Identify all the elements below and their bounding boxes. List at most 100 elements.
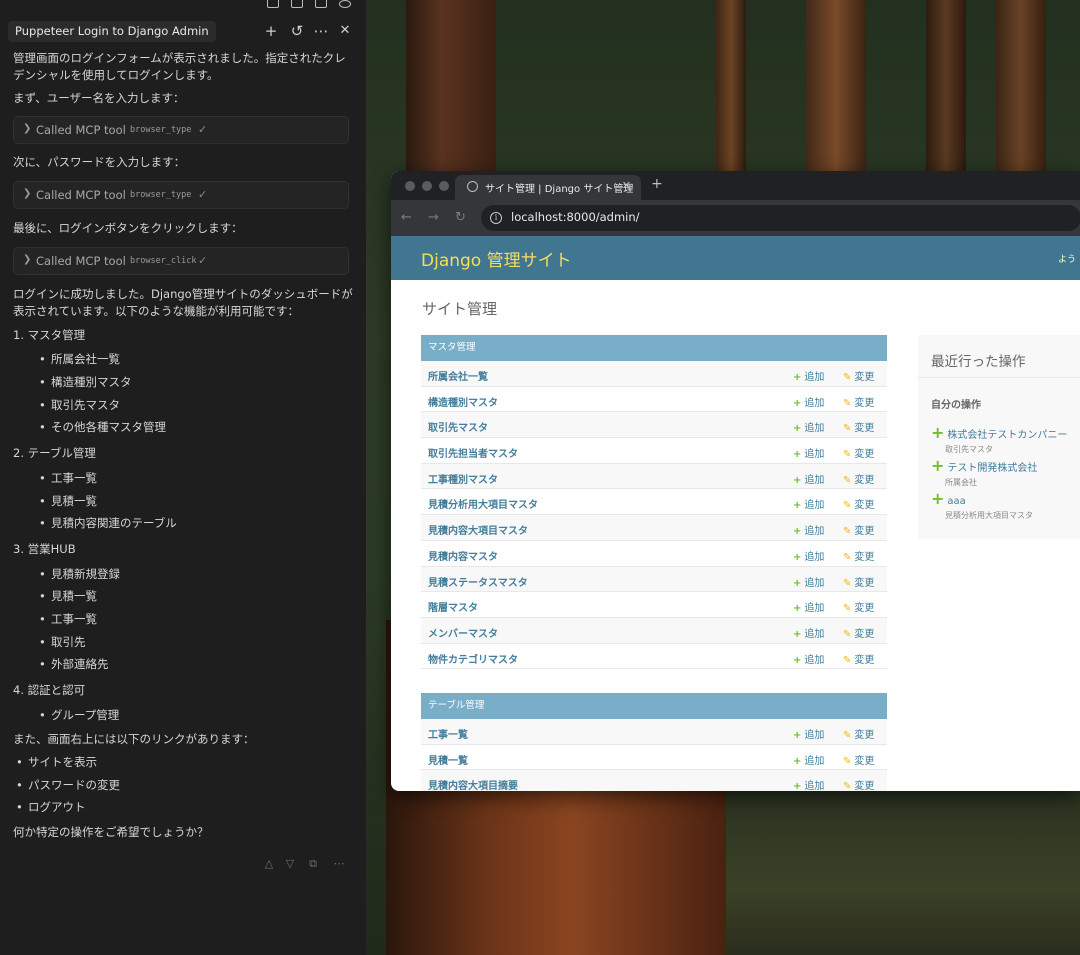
tool-call-name: browser_type (130, 125, 192, 135)
add-link[interactable]: + 追加 (793, 777, 824, 791)
close-icon[interactable]: ✕ (622, 179, 631, 192)
pencil-icon: ✎ (843, 577, 852, 589)
model-link[interactable]: 見積内容大項目マスタ (428, 522, 528, 537)
model-link[interactable]: 取引先マスタ (428, 419, 488, 434)
tool-call-block[interactable]: ❯ Called MCP tool browser_type ✓ (13, 181, 349, 209)
change-label: 変更 (854, 449, 875, 461)
change-link[interactable]: ✎ 変更 (843, 419, 874, 434)
model-link[interactable]: 工事一覧 (428, 726, 468, 741)
layout-bottom-icon[interactable] (291, 0, 303, 8)
add-link[interactable]: + 追加 (793, 394, 824, 409)
add-link[interactable]: + 追加 (793, 599, 824, 614)
site-brand[interactable]: Django 管理サイト (421, 246, 572, 271)
add-link[interactable]: + 追加 (793, 471, 824, 486)
chat-topbar: Puppeteer Login to Django Admin + ↺ ⋯ ✕ (0, 0, 366, 44)
change-link[interactable]: ✎ 変更 (843, 548, 874, 563)
thumbs-up-icon[interactable]: △ (262, 857, 276, 871)
model-link[interactable]: 見積内容大項目摘要 (428, 777, 518, 791)
recent-entry[interactable]: + テスト開発株式会社 所属会社 (931, 456, 1037, 488)
tool-call-block[interactable]: ❯ Called MCP tool browser_type ✓ (13, 116, 349, 144)
add-link[interactable]: + 追加 (793, 496, 824, 511)
change-label: 変更 (854, 372, 875, 383)
recent-entry-name[interactable]: 株式会社テストカンパニー (947, 430, 1067, 441)
new-tab-button[interactable]: + (651, 176, 663, 192)
add-link[interactable]: + 追加 (793, 445, 824, 460)
model-link[interactable]: 階層マスタ (428, 599, 478, 614)
tool-call-block[interactable]: ❯ Called MCP tool browser_click ✓ (13, 247, 349, 275)
add-icon: + (793, 474, 802, 486)
pencil-icon: ✎ (843, 781, 852, 791)
model-link[interactable]: 見積ステータスマスタ (428, 574, 528, 589)
change-link[interactable]: ✎ 変更 (843, 599, 874, 614)
model-link[interactable]: 見積分析用大項目マスタ (428, 496, 538, 511)
recent-entry[interactable]: + 株式会社テストカンパニー 取引先マスタ (931, 423, 1067, 455)
add-label: 追加 (804, 603, 825, 615)
model-link[interactable]: 物件カテゴリマスタ (428, 651, 518, 666)
add-link[interactable]: + 追加 (793, 368, 824, 383)
model-link[interactable]: 取引先担当者マスタ (428, 445, 518, 460)
change-link[interactable]: ✎ 変更 (843, 726, 874, 741)
copy-icon[interactable]: ⧉ (306, 857, 320, 871)
change-link[interactable]: ✎ 変更 (843, 368, 874, 383)
change-label: 変更 (854, 577, 875, 589)
layout-right-icon[interactable] (315, 0, 327, 8)
change-label: 変更 (854, 526, 875, 538)
recent-entry-type: 取引先マスタ (945, 445, 993, 454)
add-link[interactable]: + 追加 (793, 548, 824, 563)
app-module-table: テーブル管理 工事一覧 + 追加 ✎ 変更 見積一覧 + 追加 ✎ 変更 見積内容大項目摘要 + 追加 ✎… (421, 693, 887, 791)
address-url[interactable]: localhost:8000/admin/ (511, 210, 640, 224)
close-icon[interactable]: ✕ (336, 22, 354, 40)
add-link[interactable]: + 追加 (793, 752, 824, 767)
add-link[interactable]: + 追加 (793, 726, 824, 741)
change-link[interactable]: ✎ 変更 (843, 574, 874, 589)
model-link[interactable]: 見積内容マスタ (428, 548, 498, 563)
model-link[interactable]: 所属会社一覧 (428, 368, 488, 383)
settings-icon[interactable] (339, 0, 351, 8)
change-link[interactable]: ✎ 変更 (843, 651, 874, 666)
change-link[interactable]: ✎ 変更 (843, 496, 874, 511)
back-icon[interactable]: ← (401, 210, 412, 225)
change-link[interactable]: ✎ 変更 (843, 445, 874, 460)
browser-tab[interactable]: サイト管理 | Django サイト管理 ✕ (455, 175, 641, 200)
model-link[interactable]: メンバーマスタ (428, 625, 498, 640)
change-link[interactable]: ✎ 変更 (843, 471, 874, 486)
change-link[interactable]: ✎ 変更 (843, 625, 874, 640)
plus-icon[interactable]: + (262, 22, 280, 40)
thumbs-down-icon[interactable]: ▽ (283, 857, 297, 871)
recent-entry-name[interactable]: aaa (947, 496, 965, 507)
change-link[interactable]: ✎ 変更 (843, 777, 874, 791)
window-close-button[interactable] (405, 181, 415, 191)
module-caption[interactable]: マスタ管理 (421, 335, 887, 361)
module-caption[interactable]: テーブル管理 (421, 693, 887, 719)
list-item: その他各種マスタ管理 (39, 419, 166, 436)
address-bar[interactable]: i localhost:8000/admin/ (481, 205, 1080, 231)
model-link[interactable]: 構造種別マスタ (428, 394, 498, 409)
change-link[interactable]: ✎ 変更 (843, 752, 874, 767)
check-icon: ✓ (198, 254, 208, 267)
more-icon[interactable]: ⋯ (312, 22, 330, 40)
recent-entry[interactable]: + aaa 見積分析用大項目マスタ (931, 489, 1033, 521)
pencil-icon: ✎ (843, 474, 852, 486)
add-link[interactable]: + 追加 (793, 419, 824, 434)
model-link[interactable]: 見積一覧 (428, 752, 468, 767)
window-minimize-button[interactable] (422, 181, 432, 191)
add-link[interactable]: + 追加 (793, 522, 824, 537)
window-maximize-button[interactable] (439, 181, 449, 191)
reload-icon[interactable]: ↻ (455, 210, 466, 225)
info-icon[interactable]: i (490, 212, 502, 224)
add-link[interactable]: + 追加 (793, 574, 824, 589)
forward-icon[interactable]: → (428, 210, 439, 225)
change-link[interactable]: ✎ 変更 (843, 394, 874, 409)
recent-entry-name[interactable]: テスト開発株式会社 (947, 463, 1037, 474)
section-heading: 1. マスタ管理 (13, 328, 86, 342)
layout-left-icon[interactable] (267, 0, 279, 8)
change-link[interactable]: ✎ 変更 (843, 522, 874, 537)
my-actions-heading: 自分の操作 (931, 400, 981, 411)
add-link[interactable]: + 追加 (793, 625, 824, 640)
pencil-icon: ✎ (843, 423, 852, 435)
more-icon[interactable]: ⋯ (332, 857, 346, 871)
add-link[interactable]: + 追加 (793, 651, 824, 666)
model-link[interactable]: 工事種別マスタ (428, 471, 498, 486)
chat-tab-title[interactable]: Puppeteer Login to Django Admin (8, 21, 216, 42)
history-icon[interactable]: ↺ (288, 22, 306, 40)
